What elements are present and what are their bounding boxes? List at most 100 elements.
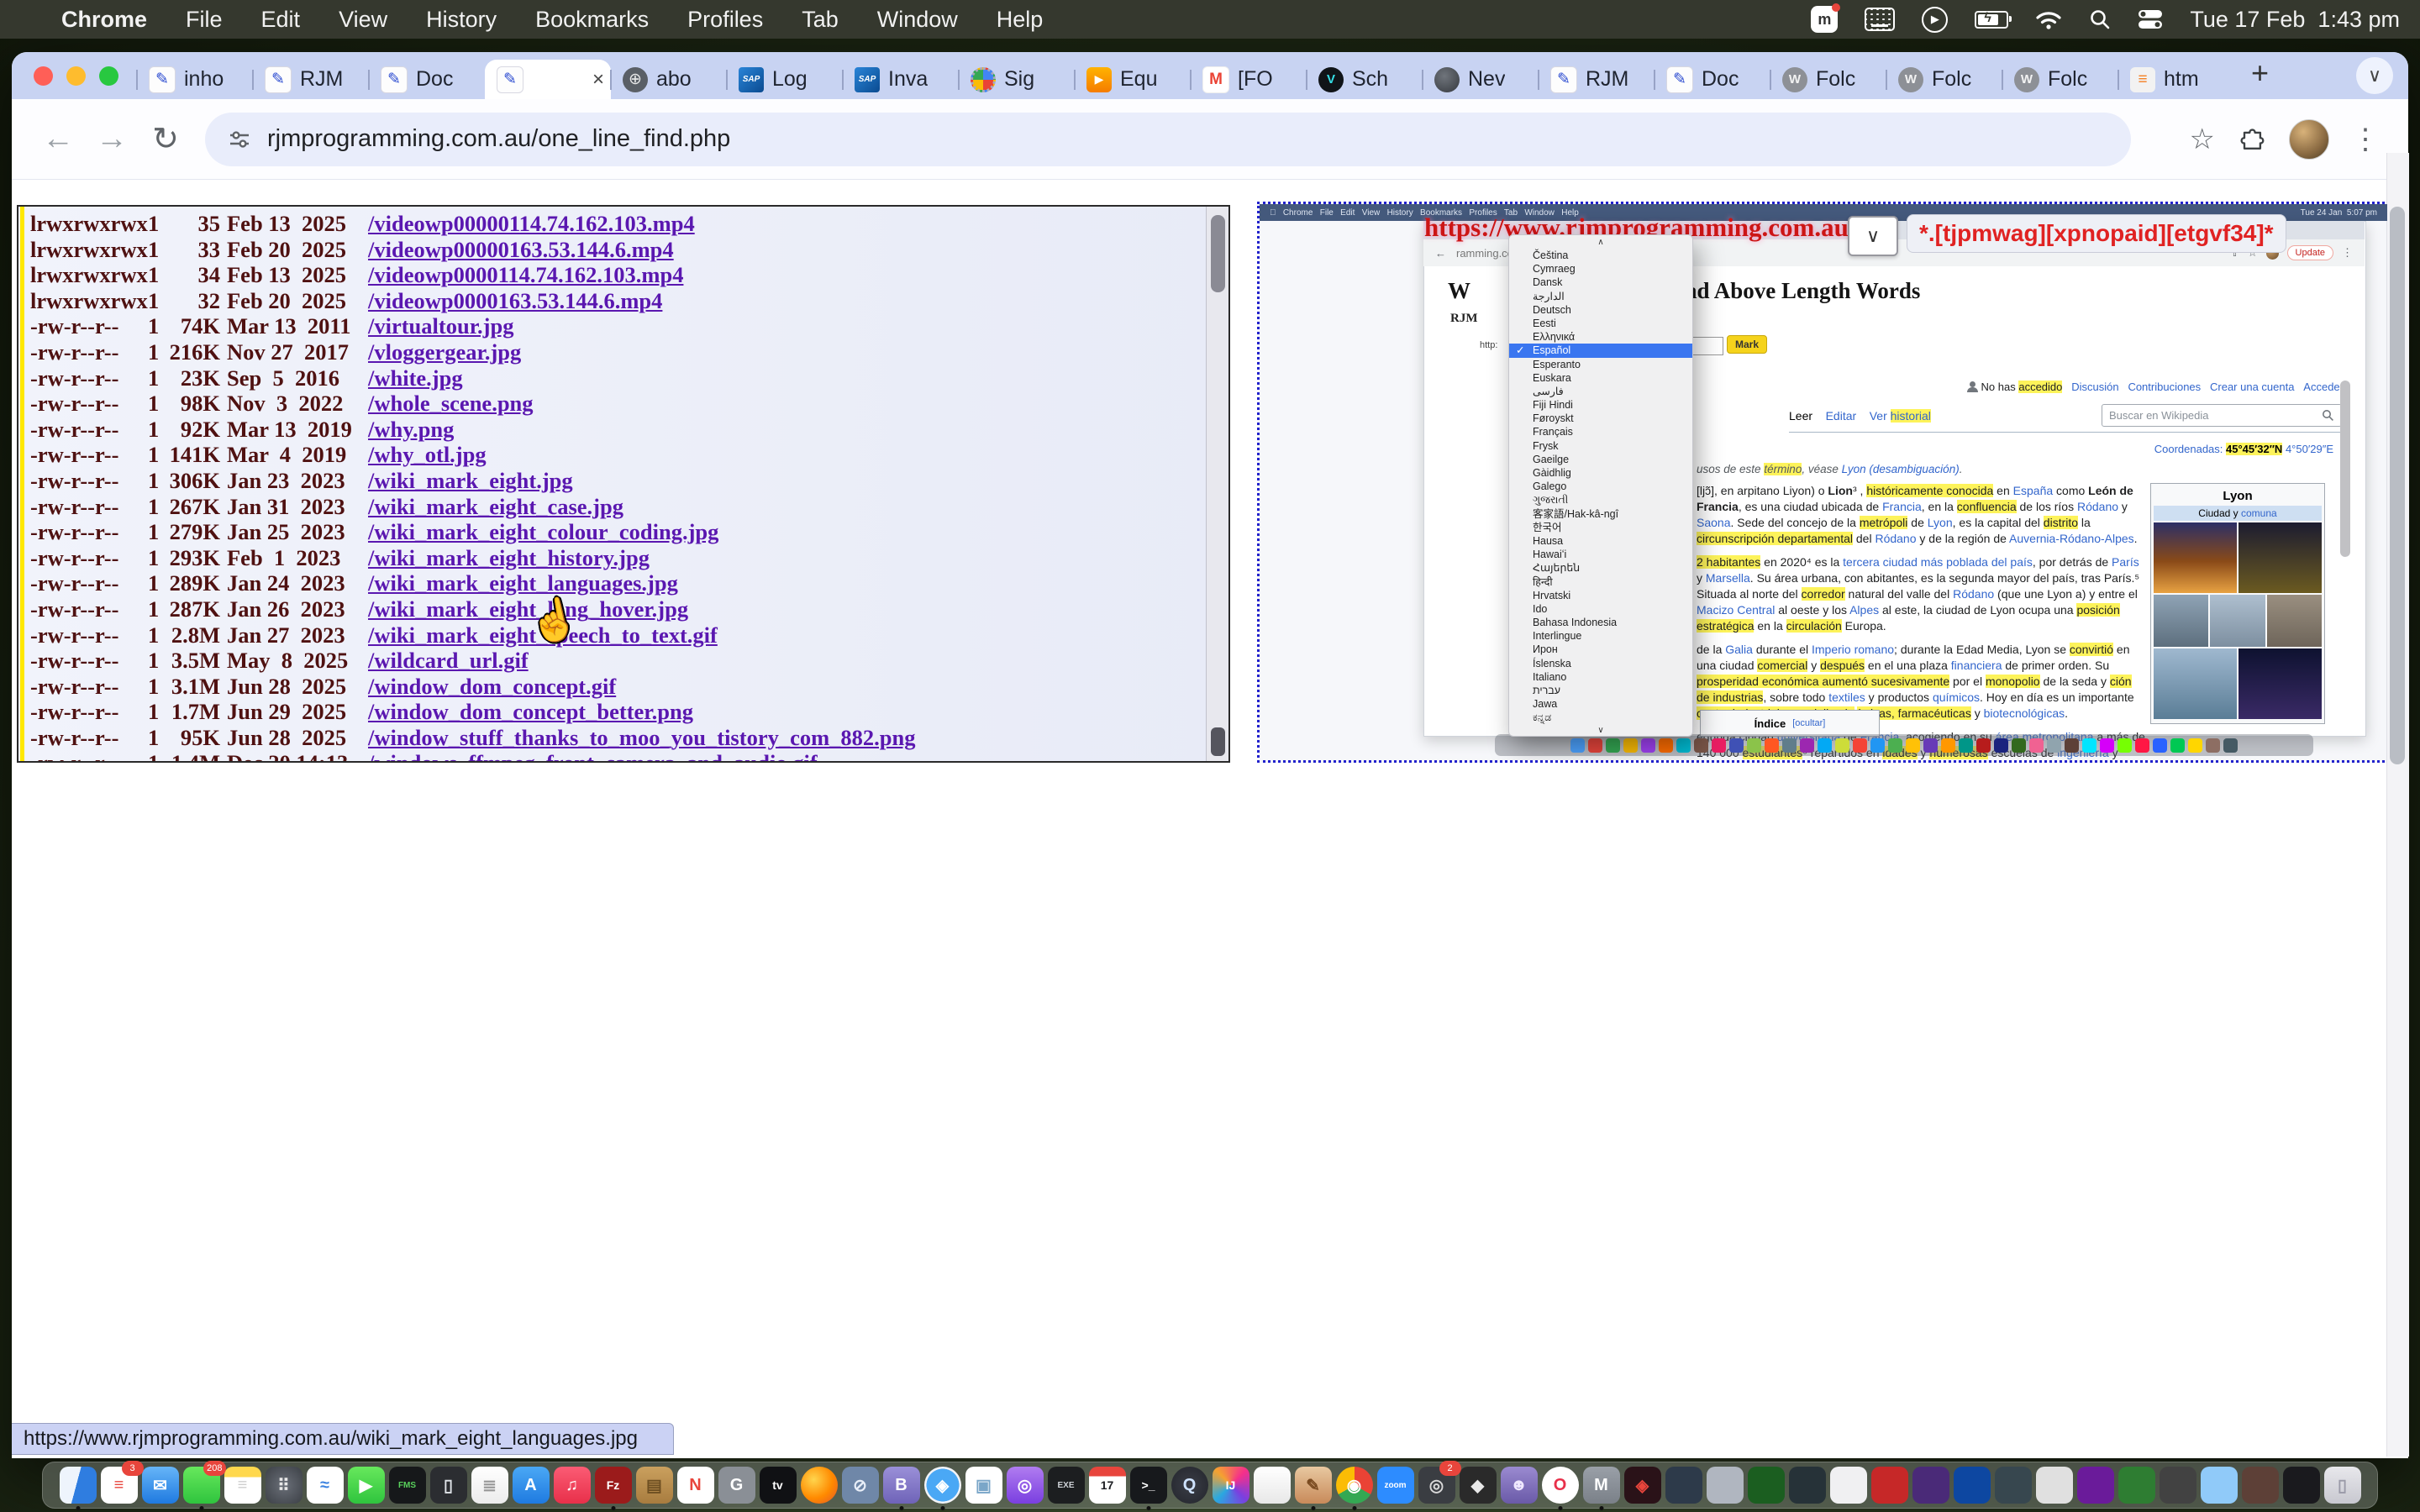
menu-item-history[interactable]: History: [407, 7, 516, 32]
zoom-window-button[interactable]: [99, 66, 118, 86]
wiki-link[interactable]: Imperio romano: [1812, 643, 1894, 656]
file-link[interactable]: /white.jpg: [368, 365, 463, 391]
file-link[interactable]: /window_dom_concept_better.png: [368, 699, 693, 725]
dock-gimp-icon[interactable]: G: [718, 1467, 755, 1504]
wiki-link[interactable]: Lyon: [1928, 516, 1953, 529]
wiki-link[interactable]: biotecnológicas: [1984, 706, 2065, 720]
dock-app-icon[interactable]: [2077, 1467, 2114, 1504]
language-option[interactable]: Français: [1509, 425, 1692, 438]
dock-reminders-icon[interactable]: ≡3: [101, 1467, 138, 1504]
wiki-link[interactable]: 4°50′29″E: [2286, 443, 2333, 455]
file-link[interactable]: /why_otl.jpg: [368, 442, 487, 468]
tune-icon[interactable]: [227, 127, 252, 152]
file-link[interactable]: /wiki_mark_eight_case.jpg: [368, 494, 623, 520]
language-option[interactable]: עברית: [1509, 684, 1692, 697]
language-option[interactable]: Esperanto: [1509, 358, 1692, 371]
tab-search-chevron-icon[interactable]: ∨: [2356, 57, 2393, 94]
dock-bbedit-icon[interactable]: B: [883, 1467, 920, 1504]
file-link[interactable]: /why.png: [368, 417, 454, 443]
wiki-link[interactable]: Macizo Central: [1697, 603, 1775, 617]
dock-firefox-icon[interactable]: [801, 1467, 838, 1504]
file-link[interactable]: /virtualtour.jpg: [368, 313, 514, 339]
dock-libreoffice-icon[interactable]: [1254, 1467, 1291, 1504]
language-option[interactable]: Bahasa Indonesia: [1509, 616, 1692, 629]
dock-app-icon[interactable]: [2118, 1467, 2155, 1504]
dock-facetime-icon[interactable]: ▶: [348, 1467, 385, 1504]
wiki-link[interactable]: Ródano: [1953, 587, 1994, 601]
language-option[interactable]: Hausa: [1509, 534, 1692, 548]
wiki-link[interactable]: Editar: [1826, 409, 1857, 423]
menu-item-file[interactable]: File: [166, 7, 242, 32]
file-link[interactable]: /wildcard_url.gif: [368, 648, 529, 674]
menu-item-profiles[interactable]: Profiles: [668, 7, 782, 32]
language-option[interactable]: Español✓: [1509, 344, 1692, 357]
dock-app-icon[interactable]: [1912, 1467, 1949, 1504]
dock-app-icon[interactable]: [2160, 1467, 2196, 1504]
menu-item-view[interactable]: View: [319, 7, 407, 32]
dock-finder-icon[interactable]: [60, 1467, 97, 1504]
language-dropdown[interactable]: ∧ČeštinaCymraegDanskالدارجةDeutschEestiΕ…: [1508, 234, 1693, 737]
file-link[interactable]: /windows_ffmpeg_front_camera_and_audio.g…: [368, 750, 818, 763]
extensions-puzzle-icon[interactable]: [2237, 124, 2267, 155]
language-option[interactable]: ગુજરાતી: [1509, 493, 1692, 507]
language-option[interactable]: Čeština: [1509, 249, 1692, 262]
dock-intellij-icon[interactable]: IJ: [1213, 1467, 1249, 1504]
language-option[interactable]: الدارجة: [1509, 290, 1692, 303]
language-option[interactable]: Eesti: [1509, 317, 1692, 330]
tab-active[interactable]: ✎×: [485, 60, 611, 99]
tab-Folc[interactable]: WFolc: [2002, 60, 2118, 99]
dock-photos-app-icon[interactable]: ▣: [965, 1467, 1002, 1504]
language-option[interactable]: Galego: [1509, 480, 1692, 493]
file-link[interactable]: /wiki_mark_eight_languages.jpg: [368, 570, 678, 596]
dock-capture-dark-icon[interactable]: ◎2: [1418, 1467, 1455, 1504]
dock-music-icon[interactable]: ♫: [554, 1467, 591, 1504]
dock-app-icon[interactable]: [2242, 1467, 2279, 1504]
file-link[interactable]: /videowp00000163.53.144.6.mp4: [368, 237, 674, 263]
dock-app-store-icon[interactable]: A: [513, 1467, 550, 1504]
wiki-link[interactable]: Acceder: [2303, 381, 2344, 393]
dock-contacts-icon[interactable]: ▤: [636, 1467, 673, 1504]
dock-launchpad-icon[interactable]: ⠿: [266, 1467, 302, 1504]
file-link[interactable]: /videowp00000114.74.162.103.mp4: [368, 211, 695, 237]
forward-icon[interactable]: →: [87, 121, 136, 157]
file-link[interactable]: /wiki_mark_eight_history.jpg: [368, 545, 650, 571]
menu-item-edit[interactable]: Edit: [242, 7, 320, 32]
url-text[interactable]: rjmprogramming.com.au/one_line_find.php: [267, 125, 730, 153]
file-link[interactable]: /vloggergear.jpg: [368, 339, 521, 365]
dock-app-icon[interactable]: [1707, 1467, 1744, 1504]
dock-blocked-app-icon[interactable]: ⊘: [842, 1467, 879, 1504]
language-option[interactable]: Cymraeg: [1509, 262, 1692, 276]
tab-Folc[interactable]: WFolc: [1886, 60, 2002, 99]
wiki-link[interactable]: Lyon (desambiguación): [1842, 463, 1960, 475]
dock-calendar-icon[interactable]: 17: [1089, 1467, 1126, 1504]
language-option[interactable]: فارسی: [1509, 385, 1692, 398]
profile-avatar[interactable]: [2289, 119, 2329, 160]
tab-Nev[interactable]: Nev: [1423, 60, 1539, 99]
language-option[interactable]: Ирон: [1509, 643, 1692, 656]
dock-app-icon[interactable]: [1830, 1467, 1867, 1504]
language-option[interactable]: Հայերեն: [1509, 561, 1692, 575]
wiki-link[interactable]: Francia: [1882, 500, 1922, 513]
dock-utility-dark-icon[interactable]: FMS: [389, 1467, 426, 1504]
wiki-link[interactable]: Ver: [1870, 409, 1891, 423]
tab-inho[interactable]: ✎inho: [137, 60, 253, 99]
dock-app-icon[interactable]: [1748, 1467, 1785, 1504]
tab-htm[interactable]: ≡htm: [2118, 60, 2234, 99]
file-link[interactable]: /videowp0000114.74.162.103.mp4: [368, 262, 683, 288]
tab-Log[interactable]: SAPLog: [727, 60, 843, 99]
listing-scrollbar[interactable]: [1206, 207, 1228, 761]
tab-abo[interactable]: ⊕abo: [611, 60, 727, 99]
dock-freeform-icon[interactable]: ≈: [307, 1467, 344, 1504]
dock-textedit-icon[interactable]: ≣: [471, 1467, 508, 1504]
language-select[interactable]: ∨: [1848, 216, 1898, 256]
language-option[interactable]: Gàidhlig: [1509, 466, 1692, 480]
tab-Inva[interactable]: SAPInva: [843, 60, 959, 99]
language-option[interactable]: Hrvatski: [1509, 589, 1692, 602]
wiki-link[interactable]: Ródano: [2077, 500, 2118, 513]
dock-mail-icon[interactable]: ✉: [142, 1467, 179, 1504]
dock-app-icon[interactable]: [2201, 1467, 2238, 1504]
language-option[interactable]: Dansk: [1509, 276, 1692, 289]
reload-icon[interactable]: ↻: [141, 120, 190, 158]
tab-Folc[interactable]: WFolc: [1770, 60, 1886, 99]
window-scrollbar-thumb[interactable]: [2390, 207, 2405, 764]
